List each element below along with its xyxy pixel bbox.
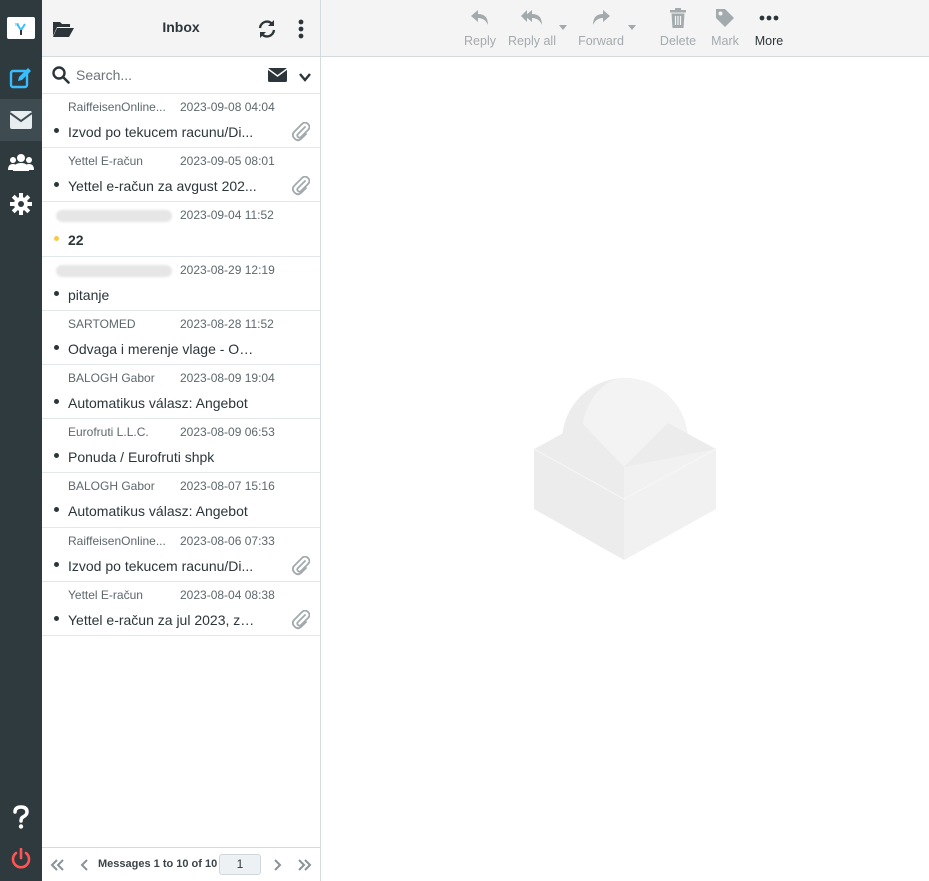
message-subject: Yettel e-račun za jul 2023, za... (68, 611, 258, 628)
reply-all-dropdown-caret[interactable] (559, 25, 567, 30)
message-date: 2023-09-05 08:01 (180, 154, 275, 169)
message-sender: Eurofruti L.L.C. (68, 425, 149, 440)
empty-inbox-watermark-icon (531, 375, 717, 566)
message-row[interactable]: 2023-08-29 12:19 pitanje (42, 257, 320, 311)
message-date: 2023-09-08 04:04 (180, 100, 275, 114)
contacts-icon[interactable] (0, 141, 42, 183)
message-sender: RaiffeisenOnline... (68, 533, 166, 548)
attachment-paperclip-icon (291, 121, 311, 147)
message-row[interactable]: Yettel E-račun 2023-08-04 08:38 Yettel e-r… (42, 582, 320, 636)
status-dot-icon[interactable] (54, 182, 59, 188)
message-sender: Yettel E-račun (68, 587, 143, 602)
message-sender: Yettel E-račun (68, 154, 143, 169)
tag-icon (708, 6, 742, 30)
attachment-paperclip-icon (291, 175, 311, 201)
search-scope-envelope-icon[interactable] (267, 68, 288, 87)
status-dot-icon[interactable] (54, 507, 59, 513)
search-bar (42, 57, 320, 94)
message-date: 2023-08-07 15:16 (180, 479, 275, 494)
message-date: 2023-09-04 11:52 (180, 208, 274, 223)
status-dot-icon[interactable] (54, 344, 59, 350)
message-row[interactable]: 2023-09-04 11:52 22 (42, 202, 320, 257)
message-list: RaiffeisenOnline... 2023-09-08 04:04 Izvod… (42, 94, 320, 636)
message-sender: RaiffeisenOnline... (68, 100, 166, 114)
status-dot-icon[interactable] (54, 615, 59, 621)
message-row[interactable]: SARTOMED 2023-08-28 11:52 Odvaga i merenje… (42, 311, 320, 365)
status-dot-icon[interactable] (54, 561, 59, 567)
message-count: Messages 1 to 10 of 10 (98, 858, 218, 870)
message-row[interactable]: Yettel E-račun 2023-09-05 08:01 Yettel e-r… (42, 148, 320, 203)
message-list-panel: Inbox Search... RaiffeisenOnline... 2023… (42, 0, 321, 881)
list-menu-dots-icon[interactable] (289, 17, 313, 41)
previous-page-icon[interactable] (76, 857, 94, 873)
message-date: 2023-08-28 11:52 (180, 316, 274, 331)
reply-all-button[interactable]: Reply all (507, 6, 557, 52)
forward-button[interactable]: Forward (577, 6, 625, 52)
search-input[interactable] (76, 65, 256, 85)
message-subject: Izvod po tekucem racunu/Di... (68, 124, 254, 140)
trash-icon (659, 6, 697, 30)
page-number-input[interactable]: 1 (219, 854, 261, 875)
message-subject: Odvaga i merenje vlage - OH... (68, 340, 258, 357)
message-date: 2023-08-04 08:38 (180, 587, 275, 602)
status-dot-icon[interactable] (54, 290, 59, 296)
reply-all-icon (507, 6, 557, 30)
list-header: Inbox (42, 0, 320, 57)
reply-icon (463, 6, 497, 30)
status-dot-icon[interactable] (54, 398, 59, 404)
message-date: 2023-08-29 12:19 (180, 262, 275, 277)
pagination: Messages 1 to 10 of 10 1 (42, 847, 320, 881)
logo[interactable]: m (7, 17, 35, 39)
mail-icon[interactable] (0, 99, 42, 141)
settings-gear-icon[interactable] (0, 183, 42, 225)
message-sender: BALOGH Gabor (68, 479, 155, 494)
reply-button[interactable]: Reply (463, 6, 497, 52)
forward-icon (577, 6, 625, 30)
left-nav: m (0, 0, 42, 881)
flagged-status-dot-icon[interactable] (54, 236, 59, 242)
attachment-paperclip-icon (291, 555, 311, 581)
more-button[interactable]: More (753, 6, 785, 52)
message-toolbar: Reply Reply all Forward Delete Mark More (321, 0, 929, 57)
attachment-paperclip-icon (291, 609, 311, 635)
message-date: 2023-08-09 06:53 (180, 425, 275, 440)
message-row[interactable]: Eurofruti L.L.C. 2023-08-09 06:53 Ponuda /… (42, 419, 320, 474)
logout-power-icon[interactable] (0, 838, 42, 880)
message-date: 2023-08-06 07:33 (180, 533, 275, 548)
message-subject: 22 (68, 232, 84, 249)
message-row[interactable]: BALOGH Gabor 2023-08-09 19:04 Automatikus … (42, 365, 320, 420)
message-sender: SARTOMED (68, 316, 136, 331)
compose-icon[interactable] (0, 57, 42, 99)
message-row[interactable]: RaiffeisenOnline... 2023-09-08 04:04 Izvod… (42, 94, 320, 149)
message-subject: Izvod po tekucem racunu/Di... (68, 557, 254, 574)
search-icon[interactable] (52, 66, 70, 89)
message-date: 2023-08-09 19:04 (180, 370, 275, 385)
refresh-icon[interactable] (255, 17, 279, 41)
message-view: Reply Reply all Forward Delete Mark More (321, 0, 929, 881)
message-subject: Automatikus válasz: Angebot (68, 394, 248, 411)
message-row[interactable]: RaiffeisenOnline... 2023-08-06 07:33 Izvod… (42, 528, 320, 582)
webmail-app: m Inbox Search... RaiffeisenOnline... 20… (0, 0, 929, 881)
next-page-icon[interactable] (268, 857, 286, 873)
status-dot-icon[interactable] (54, 453, 59, 459)
last-page-icon[interactable] (296, 857, 314, 873)
message-sender (56, 264, 172, 277)
forward-dropdown-caret[interactable] (628, 25, 636, 30)
mark-button[interactable]: Mark (708, 6, 742, 52)
message-row[interactable]: BALOGH Gabor 2023-08-07 15:16 Automatikus … (42, 473, 320, 528)
status-dot-icon[interactable] (54, 128, 59, 133)
message-sender (56, 210, 172, 223)
message-subject: Ponuda / Eurofruti shpk (68, 449, 215, 466)
delete-button[interactable]: Delete (659, 6, 697, 52)
first-page-icon[interactable] (48, 857, 66, 873)
message-sender: BALOGH Gabor (68, 370, 155, 385)
help-icon[interactable] (0, 796, 42, 838)
message-subject: pitanje (68, 286, 110, 303)
more-dots-icon (753, 6, 785, 30)
search-options-chevron-down-icon[interactable] (299, 69, 311, 87)
message-subject: Yettel e-račun za avgust 202... (68, 178, 257, 195)
message-subject: Automatikus válasz: Angebot (68, 503, 248, 520)
